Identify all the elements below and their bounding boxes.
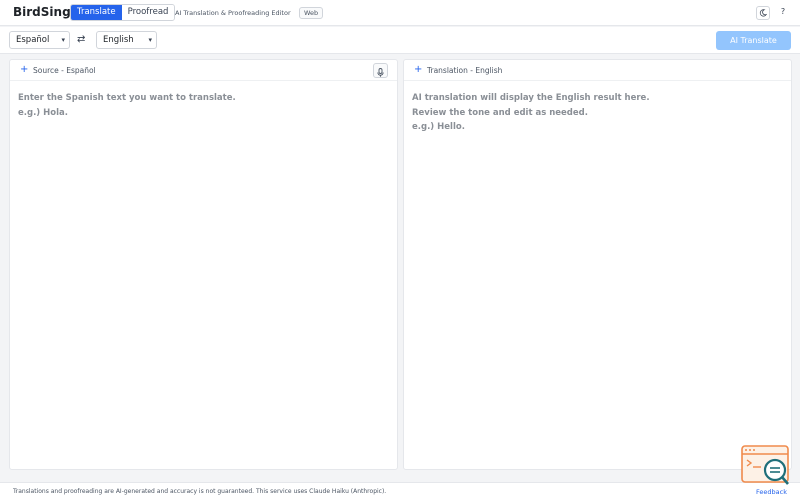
language-toolbar: Español ▾ ⇄ English ▾ AI Translate bbox=[0, 27, 800, 54]
source-placeholder-line: e.g.) Hola. bbox=[18, 107, 68, 118]
translation-placeholder-line: e.g.) Hello. bbox=[412, 122, 465, 132]
source-language-select[interactable]: Español ▾ bbox=[9, 31, 70, 49]
ai-disclaimer: Translations and proofreading are AI-gen… bbox=[13, 488, 387, 495]
plus-icon[interactable]: + bbox=[414, 64, 422, 75]
chevron-down-icon: ▾ bbox=[148, 36, 152, 44]
feedback-widget-icon[interactable] bbox=[741, 445, 791, 487]
app-subtitle: AI Translation & Proofreading Editor bbox=[175, 9, 291, 17]
source-panel-header: + Source - Español bbox=[10, 60, 397, 81]
tab-translate[interactable]: Translate bbox=[71, 5, 122, 20]
tab-proofread[interactable]: Proofread bbox=[121, 5, 175, 20]
target-language-value: English bbox=[103, 35, 134, 45]
translation-placeholder-line: AI translation will display the English … bbox=[412, 93, 650, 103]
source-language-value: Español bbox=[16, 35, 50, 45]
translation-text-area[interactable]: AI translation will display the English … bbox=[404, 81, 791, 145]
chevron-down-icon: ▾ bbox=[61, 36, 65, 44]
microphone-icon bbox=[377, 68, 384, 77]
app-logo: BirdSing bbox=[13, 5, 71, 19]
translation-panel-header: + Translation - English bbox=[404, 60, 791, 81]
microphone-button[interactable] bbox=[373, 63, 388, 78]
ai-translate-button[interactable]: AI Translate bbox=[716, 31, 791, 50]
top-bar: BirdSing Translate Proofread AI Translat… bbox=[0, 0, 800, 26]
source-placeholder-line: Enter the Spanish text you want to trans… bbox=[18, 93, 236, 103]
source-panel: + Source - Español Enter the Spanish tex… bbox=[9, 59, 398, 470]
plus-icon[interactable]: + bbox=[20, 64, 28, 75]
footer: Translations and proofreading are AI-gen… bbox=[0, 482, 800, 500]
platform-badge: Web bbox=[299, 7, 324, 19]
help-button[interactable]: ? bbox=[776, 6, 790, 20]
translation-placeholder-line: Review the tone and edit as needed. bbox=[412, 107, 588, 118]
moon-icon bbox=[759, 9, 768, 17]
source-text-area[interactable]: Enter the Spanish text you want to trans… bbox=[10, 81, 397, 130]
swap-arrows-icon[interactable]: ⇄ bbox=[77, 34, 85, 45]
theme-toggle-button[interactable] bbox=[756, 6, 770, 20]
source-panel-title: Source - Español bbox=[33, 66, 96, 75]
mode-tabs: Translate Proofread bbox=[70, 4, 176, 21]
target-language-select[interactable]: English ▾ bbox=[96, 31, 157, 49]
translation-panel: + Translation - English AI translation w… bbox=[403, 59, 792, 470]
feedback-link[interactable]: Feedback bbox=[756, 488, 787, 496]
translation-panel-title: Translation - English bbox=[427, 66, 503, 75]
